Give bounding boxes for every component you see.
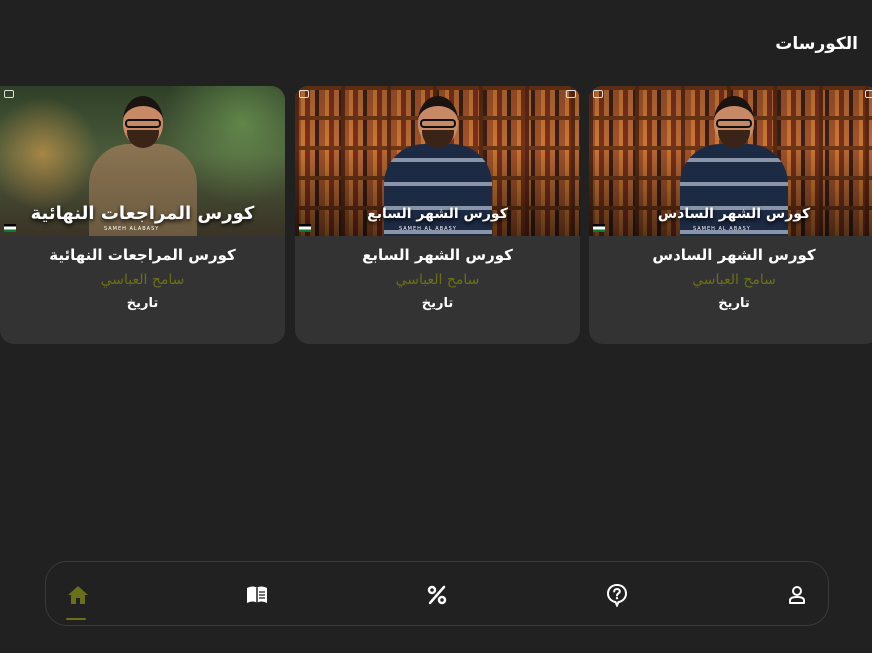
flag-icon [4, 224, 16, 232]
bottom-navigation [45, 561, 829, 626]
quality-badge-icon [566, 90, 576, 98]
course-title: كورس الشهر السادس [652, 246, 816, 264]
thumbnail-title: كورس الشهر السابع [367, 206, 508, 222]
flag-icon [299, 224, 311, 232]
course-card[interactable]: كورس الشهر السادس SAMEH AL ABASY كورس ال… [589, 86, 872, 344]
percent-icon [427, 585, 447, 605]
flag-icon [593, 224, 605, 232]
course-author: سامح العباسي [100, 272, 185, 288]
course-card[interactable]: كورس المراجعات النهائية SAMEH ALABASY كو… [0, 86, 285, 344]
course-title: كورس المراجعات النهائية [49, 246, 236, 264]
thumbnail-tag: SAMEH ALABASY [104, 226, 160, 232]
channel-logo-icon [4, 90, 14, 98]
course-author: سامح العباسي [395, 272, 480, 288]
active-tab-indicator [66, 618, 86, 620]
course-category: تاريخ [718, 296, 750, 311]
nav-profile-button[interactable] [784, 583, 810, 607]
course-category: تاريخ [421, 296, 454, 311]
channel-logo-icon [593, 90, 603, 98]
book-icon [247, 586, 267, 603]
home-icon [68, 586, 88, 604]
profile-icon [789, 586, 805, 604]
nav-home-button[interactable] [65, 583, 91, 607]
page-title: الكورسات [775, 34, 858, 54]
course-thumbnail: كورس الشهر السابع SAMEH AL ABASY [295, 86, 580, 236]
course-card[interactable]: كورس الشهر السابع SAMEH AL ABASY كورس ال… [295, 86, 580, 344]
nav-courses-button[interactable] [244, 583, 270, 607]
thumbnail-tag: SAMEH AL ABASY [399, 226, 457, 232]
course-thumbnail: كورس المراجعات النهائية SAMEH ALABASY [0, 86, 285, 236]
course-category: تاريخ [126, 296, 159, 311]
course-list: كورس الشهر السادس SAMEH AL ABASY كورس ال… [0, 86, 872, 344]
thumbnail-title: كورس المراجعات النهائية [30, 203, 255, 224]
channel-logo-icon [299, 90, 309, 98]
thumbnail-tag: SAMEH AL ABASY [693, 226, 751, 232]
course-author: سامح العباسي [692, 272, 776, 288]
course-thumbnail: كورس الشهر السادس SAMEH AL ABASY [589, 86, 872, 236]
thumbnail-title: كورس الشهر السادس [657, 206, 811, 222]
quality-badge-icon [865, 90, 872, 98]
nav-offers-button[interactable] [424, 583, 450, 607]
nav-help-button[interactable] [604, 583, 630, 607]
help-icon [606, 583, 628, 607]
course-title: كورس الشهر السابع [362, 246, 513, 264]
